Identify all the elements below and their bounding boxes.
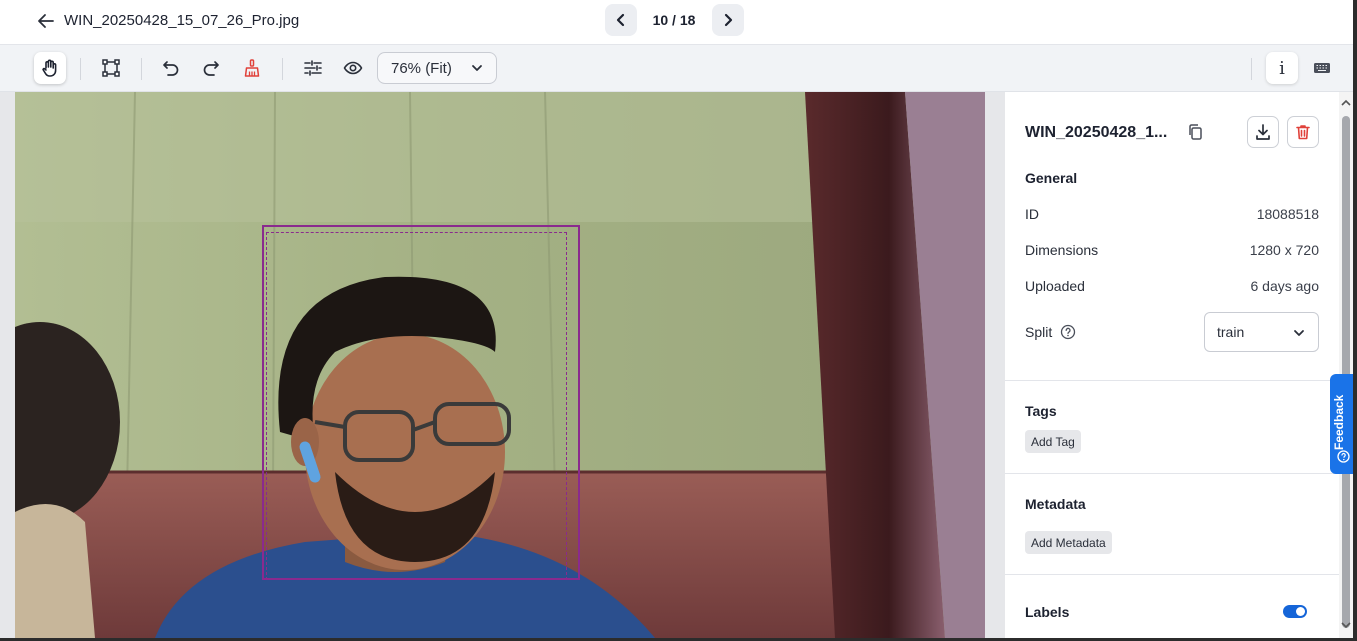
pan-hand-icon (42, 59, 57, 77)
copy-icon[interactable] (1185, 122, 1205, 142)
bounding-box-selection-outline (266, 232, 567, 580)
scroll-thumb[interactable] (1342, 116, 1350, 628)
section-divider (1005, 380, 1339, 381)
id-value: 18088518 (1256, 206, 1319, 222)
clear-annotations-button[interactable] (236, 52, 268, 84)
toolbar-divider (282, 58, 283, 80)
labels-toggle[interactable] (1283, 605, 1307, 618)
feedback-label: Feedback (1332, 394, 1346, 450)
image-filename: WIN_20250428_15_07_26_Pro.jpg (64, 12, 300, 29)
uploaded-label: Uploaded (1025, 278, 1085, 294)
undo-button[interactable] (155, 52, 187, 84)
uploaded-value: 6 days ago (1250, 278, 1320, 294)
chevron-left-icon (616, 13, 625, 27)
image-details-panel: WIN_20250428_1... General ID 18088518 Di… (1005, 92, 1339, 638)
next-image-button[interactable] (712, 4, 744, 36)
scroll-up-arrow-icon[interactable] (1341, 98, 1351, 108)
split-value: train (1217, 324, 1245, 340)
chevron-right-icon (724, 13, 733, 27)
chevron-down-icon (472, 65, 482, 71)
toggle-visibility-button[interactable] (337, 52, 369, 84)
chevron-down-icon (1294, 330, 1304, 336)
redo-icon (203, 61, 219, 76)
metadata-heading: Metadata (1025, 496, 1086, 512)
download-button[interactable] (1247, 116, 1279, 148)
window-edge (1353, 0, 1357, 641)
redo-button[interactable] (195, 52, 227, 84)
back-button[interactable] (34, 9, 58, 33)
zoom-dropdown[interactable]: 76% (Fit) (377, 52, 497, 84)
eraser-icon (244, 59, 260, 77)
section-divider (1005, 473, 1339, 474)
image-adjustments-button[interactable] (297, 52, 329, 84)
sidebar-scrollbar[interactable] (1339, 92, 1353, 638)
arrow-left-icon (38, 14, 54, 28)
labels-heading: Labels (1025, 604, 1070, 620)
tags-heading: Tags (1025, 403, 1057, 419)
annotation-toolbar: 76% (Fit) i (0, 45, 1357, 92)
info-icon: i (1279, 57, 1285, 79)
previous-image-button[interactable] (605, 4, 637, 36)
info-button[interactable]: i (1266, 52, 1298, 84)
toolbar-divider (80, 58, 81, 80)
annotation-canvas[interactable] (0, 92, 1005, 638)
dimensions-value: 1280 x 720 (1249, 242, 1319, 258)
toolbar-divider (141, 58, 142, 80)
bounding-box-tool-button[interactable] (95, 52, 127, 84)
add-metadata-button[interactable]: Add Metadata (1025, 531, 1112, 554)
trash-icon (1296, 125, 1310, 140)
split-dropdown[interactable]: train (1204, 312, 1319, 352)
keyboard-shortcuts-button[interactable] (1306, 52, 1338, 84)
undo-icon (163, 61, 179, 76)
image-title: WIN_20250428_1... (1025, 124, 1168, 141)
dimensions-label: Dimensions (1025, 242, 1099, 258)
image-counter: 10 / 18 (652, 12, 696, 28)
download-icon (1256, 124, 1270, 140)
scroll-down-arrow-icon[interactable] (1341, 620, 1351, 630)
toolbar-divider (1251, 58, 1252, 80)
bounding-box-icon (102, 59, 120, 77)
adjust-sliders-icon (304, 60, 322, 76)
top-bar: WIN_20250428_15_07_26_Pro.jpg 10 / 18 (0, 0, 1357, 45)
section-divider (1005, 574, 1339, 575)
pan-tool-button[interactable] (34, 52, 66, 84)
id-label: ID (1025, 206, 1039, 222)
zoom-value: 76% (Fit) (391, 59, 452, 77)
delete-button[interactable] (1287, 116, 1319, 148)
eye-icon (343, 61, 363, 75)
general-heading: General (1025, 170, 1078, 186)
feedback-question-icon (1337, 450, 1350, 463)
keyboard-icon (1314, 63, 1330, 73)
split-label: Split (1025, 324, 1053, 340)
add-tag-button[interactable]: Add Tag (1025, 430, 1081, 453)
help-circle-icon[interactable] (1060, 324, 1076, 340)
